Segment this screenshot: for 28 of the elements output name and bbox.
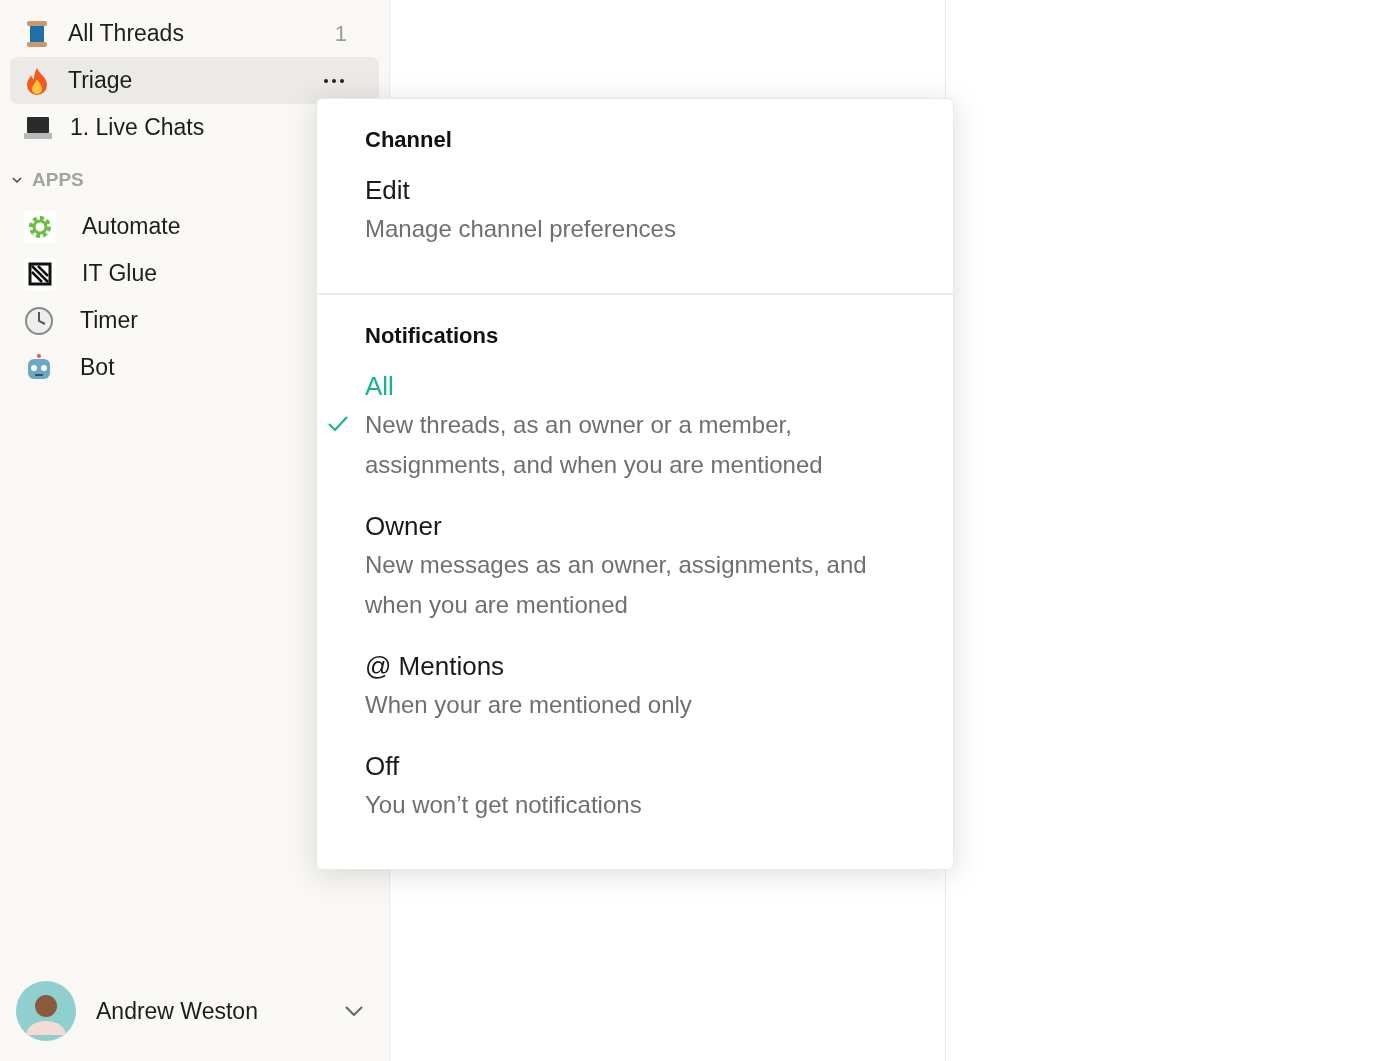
- gear-icon: [24, 210, 56, 243]
- option-title[interactable]: Owner: [365, 507, 913, 545]
- clock-icon: [24, 305, 54, 336]
- app-label: IT Glue: [82, 260, 158, 287]
- option-description: You won’t get notifications: [365, 790, 643, 820]
- option-description: When your are mentioned only: [365, 690, 693, 720]
- option-description: New threads, as an owner or a member, assignments, and when you are mentioned: [365, 410, 824, 480]
- option-description: New messages as an owner, assignments, and when you are mentioned: [365, 550, 868, 620]
- app-label: Bot: [80, 354, 116, 381]
- logo-icon: [24, 257, 56, 290]
- spool-icon: [24, 19, 50, 48]
- laptop-icon: [24, 114, 52, 141]
- avatar: [16, 981, 76, 1041]
- app-label: Timer: [80, 307, 139, 334]
- option-title[interactable]: @ Mentions: [365, 647, 913, 685]
- app-label: Automate: [82, 213, 182, 240]
- option-title[interactable]: Off: [365, 747, 913, 785]
- section-title: APPS: [32, 169, 84, 191]
- chevron-down-icon[interactable]: [345, 1006, 363, 1016]
- thread-label: All Threads: [68, 20, 185, 47]
- thread-count: 1: [334, 20, 347, 47]
- thread-item[interactable]: Triage: [10, 57, 379, 104]
- user-name: Andrew Weston: [96, 997, 259, 1025]
- fire-icon: [24, 66, 50, 95]
- chevron-icon[interactable]: [12, 176, 22, 184]
- thread-label: 1. Live Chats: [70, 114, 206, 141]
- more-icon[interactable]: [323, 77, 345, 84]
- thread-label: Triage: [68, 67, 134, 94]
